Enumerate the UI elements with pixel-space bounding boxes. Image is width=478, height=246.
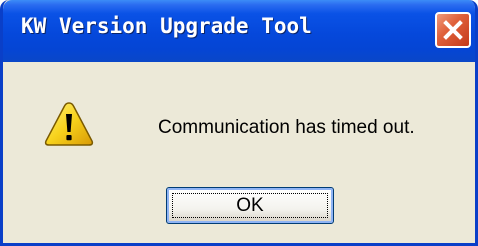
warning-icon [44,102,94,146]
title-bar[interactable]: KW Version Upgrade Tool [3,0,475,62]
dialog-body: Communication has timed out. OK [3,62,475,243]
window-title: KW Version Upgrade Tool [21,14,312,38]
close-icon [443,20,463,40]
message-dialog: KW Version Upgrade Tool Communication ha… [0,0,478,246]
ok-button-label: OK [236,194,264,216]
ok-button[interactable]: OK [166,187,334,224]
close-button[interactable] [435,12,471,48]
dialog-message: Communication has timed out. [158,117,415,138]
